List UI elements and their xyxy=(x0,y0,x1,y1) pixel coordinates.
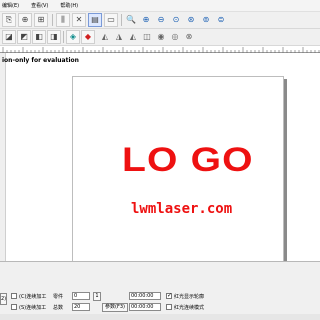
intersect-icon: ⊗ xyxy=(185,32,193,41)
zoom-select-icon: ⊜ xyxy=(217,15,225,24)
continuous-process-checkbox[interactable] xyxy=(11,293,17,299)
zoom-fit-icon: ⊙ xyxy=(172,15,180,24)
position-button[interactable]: ⊞ xyxy=(34,13,48,27)
color-button[interactable]: ◆ xyxy=(81,30,95,44)
evaluation-notice: ion-only for evaluation xyxy=(2,57,79,64)
left-panel-button[interactable]: 2) xyxy=(0,293,7,305)
trim-icon: ◎ xyxy=(171,32,179,41)
select-process-checkbox[interactable] xyxy=(11,304,17,310)
horizontal-ruler xyxy=(0,46,320,53)
tool-button[interactable]: ✕ xyxy=(72,13,86,27)
fill-button[interactable]: ◈ xyxy=(66,30,80,44)
total-field[interactable]: 20 xyxy=(72,303,90,311)
zoom-in-icon: ⊕ xyxy=(142,15,150,24)
zoom-page-button[interactable]: ⊚ xyxy=(199,13,213,27)
align-center-button[interactable]: ⊕ xyxy=(18,13,32,27)
weld-button[interactable]: ◉ xyxy=(154,30,168,44)
logo-object[interactable]: LO GO xyxy=(122,143,254,177)
continuous-process-label: (C)连续加工 xyxy=(19,294,47,300)
red-light-outline-checkbox[interactable]: ✓ xyxy=(166,293,172,299)
intersect-button[interactable]: ⊗ xyxy=(182,30,196,44)
part-count-field[interactable]: 0 xyxy=(72,292,90,300)
total-label: 总数 xyxy=(53,305,64,311)
list-button[interactable]: ▤ xyxy=(88,13,102,27)
shape-icon: ◩ xyxy=(20,32,28,41)
part-count-label: 零件 xyxy=(53,294,64,300)
zoom-page-icon: ⊚ xyxy=(202,15,210,24)
flip-vertical-icon: ◮ xyxy=(115,32,123,41)
list-icon: ▤ xyxy=(91,15,99,24)
zoom-fit-button[interactable]: ⊙ xyxy=(169,13,183,27)
menu-view[interactable]: 查看(V) xyxy=(31,2,48,9)
zoom-all-icon: ⊛ xyxy=(187,15,195,24)
shape-button[interactable]: ◩ xyxy=(17,30,31,44)
tools-icon: ✕ xyxy=(75,15,83,24)
flip-v-button[interactable]: ◮ xyxy=(112,30,126,44)
menu-edit[interactable]: 编辑(E) xyxy=(2,2,19,9)
toolbar-separator xyxy=(121,14,122,26)
website-text-object[interactable]: lwmlaser.com xyxy=(131,201,232,217)
zoom-all-button[interactable]: ⊛ xyxy=(184,13,198,27)
menu-help[interactable]: 帮助(H) xyxy=(60,2,78,9)
size-icon: ▭ xyxy=(107,15,115,24)
toolbar-separator xyxy=(52,14,53,26)
red-light-outline-label: 红光显示轮廓 xyxy=(174,294,205,300)
node-icon: ◪ xyxy=(5,32,13,41)
mirror-button[interactable]: ⫼ xyxy=(56,13,70,27)
grid-icon: ⊞ xyxy=(37,15,45,24)
array-icon: ◫ xyxy=(143,32,151,41)
fill-icon: ◈ xyxy=(69,32,77,41)
select-process-label: (S)连续加工 xyxy=(19,305,47,311)
array-button[interactable]: ◫ xyxy=(140,30,154,44)
size-button[interactable]: ▭ xyxy=(104,13,118,27)
menu-bar: 编辑(E) 查看(V) 帮助(H) xyxy=(0,0,320,12)
copy-icon: ⎘ xyxy=(5,15,13,24)
node-button[interactable]: ◪ xyxy=(2,30,16,44)
flip-h-button[interactable]: ◭ xyxy=(98,30,112,44)
rotate-icon: ◭ xyxy=(129,32,137,41)
zoom-in-button[interactable]: ⊕ xyxy=(139,13,153,27)
canvas-page[interactable]: LO GO lwmlaser.com xyxy=(72,76,284,271)
time-total-field: 00:00:00 xyxy=(129,303,161,311)
processing-panel: 2) (C)连续加工 (S)连续加工 零件 0 1 总数 20 参数(F3) 0… xyxy=(0,261,320,320)
group-icon: ◨ xyxy=(50,32,58,41)
align-icon: ⊕ xyxy=(21,15,29,24)
trim-button[interactable]: ◎ xyxy=(168,30,182,44)
ruler-ticks xyxy=(2,47,320,53)
vertical-ruler xyxy=(0,53,6,261)
lock-button[interactable]: ◧ xyxy=(32,30,46,44)
lock-icon: ◧ xyxy=(35,32,43,41)
time-elapsed-field: 00:00:00 xyxy=(129,292,161,300)
zoom-button[interactable]: 🔍 xyxy=(124,13,138,27)
toolbar-main: ⎘ ⊕ ⊞ ⫼ ✕ ▤ ▭ 🔍 ⊕ ⊖ ⊙ ⊛ ⊚ ⊜ xyxy=(0,12,320,29)
red-light-continuous-label: 红光连续模式 xyxy=(174,305,205,311)
parameters-button[interactable]: 参数(F3) xyxy=(102,303,128,312)
red-light-continuous-checkbox[interactable] xyxy=(166,304,172,310)
flip-horizontal-icon: ◭ xyxy=(101,32,109,41)
color-icon: ◆ xyxy=(84,32,92,41)
zoom-out-button[interactable]: ⊖ xyxy=(154,13,168,27)
toolbar-edit: ◪ ◩ ◧ ◨ ◈ ◆ ◭ ◮ ◭ ◫ ◉ ◎ ⊗ xyxy=(0,29,320,46)
part-count-button[interactable]: 1 xyxy=(93,292,101,301)
copy-button[interactable]: ⎘ xyxy=(2,13,16,27)
toolbar-separator xyxy=(63,31,64,43)
weld-icon: ◉ xyxy=(157,32,165,41)
zoom-out-icon: ⊖ xyxy=(157,15,165,24)
status-bar xyxy=(0,314,320,320)
group-button[interactable]: ◨ xyxy=(47,30,61,44)
rotate-button[interactable]: ◭ xyxy=(126,30,140,44)
mirror-icon: ⫼ xyxy=(61,15,65,24)
magnifier-icon: 🔍 xyxy=(126,15,136,24)
zoom-select-button[interactable]: ⊜ xyxy=(214,13,228,27)
